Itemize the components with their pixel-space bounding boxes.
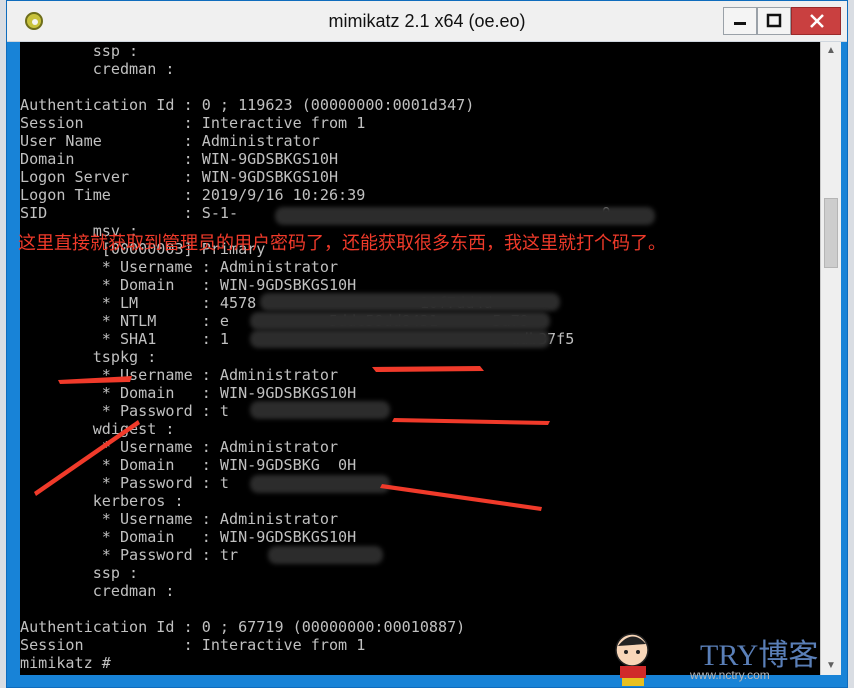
mascot-icon [615,633,649,686]
redaction-blur [250,330,550,348]
console-line: Domain : WIN-9GDSBKGS10H [20,150,339,168]
redaction-blur [260,293,560,311]
console-line: ssp : [20,42,139,60]
console-line: * Domain : WIN-9GDSBKG 0H [20,456,357,474]
console-line: * Password : tr [20,546,239,564]
redaction-blur [250,312,550,330]
console-line: * Username : Administrator [20,366,339,384]
console-line: Authentication Id : 0 ; 119623 (00000000… [20,96,475,114]
console-line: * Domain : WIN-9GDSBKGS10H [20,384,357,402]
close-button[interactable] [791,7,841,35]
terminal-text: ssp : credman : Authentication Id : 0 ; 1… [20,42,820,672]
console-line: * Username : Administrator [20,510,339,528]
annotation-text: 这里直接就获取到管理员的用户密码了，还能获取很多东西，我这里就打个码了。 [18,233,666,253]
close-icon [810,14,824,28]
console-line: Logon Server : WIN-9GDSBKGS10H [20,168,339,186]
console-line: * Domain : WIN-9GDSBKGS10H [20,276,357,294]
console-line: User Name : Administrator [20,132,320,150]
scroll-up-icon[interactable]: ▲ [821,42,841,60]
console-line: * Password : t [20,402,230,420]
console-line: * Domain : WIN-9GDSBKGS10H [20,528,357,546]
minimize-icon [734,22,746,25]
title-bar[interactable]: mimikatz 2.1 x64 (oe.eo) [7,1,847,42]
minimize-button[interactable] [723,7,757,35]
maximize-button[interactable] [757,7,791,35]
redaction-blur [250,401,390,419]
console-line: credman : [20,60,175,78]
watermark-url: www.nctry.com [690,668,770,682]
console-line: Logon Time : 2019/9/16 10:26:39 [20,186,366,204]
console-line: credman : [20,582,175,600]
console-line: ssp : [20,564,139,582]
console-output[interactable]: ssp : credman : Authentication Id : 0 ; 1… [20,42,820,675]
console-line: tspkg : [20,348,157,366]
redaction-blur [268,546,383,564]
vertical-scrollbar[interactable]: ▲ ▼ [820,42,841,675]
console-line: * Username : Administrator [20,258,339,276]
redaction-blur [275,207,655,225]
console-line: * Username : Administrator [20,438,339,456]
console-line: * Password : t [20,474,230,492]
scroll-down-icon[interactable]: ▼ [821,657,841,675]
console-line: wdigest : [20,420,175,438]
console-line: Session : Interactive from 1 [20,114,366,132]
window-title: mimikatz 2.1 x64 (oe.eo) [328,11,526,31]
console-line: kerberos : [20,492,184,510]
maximize-icon [766,13,782,28]
redaction-blur [250,475,390,493]
scrollbar-thumb[interactable] [824,198,838,268]
mimikatz-window: mimikatz 2.1 x64 (oe.eo) ssp : credman :… [6,0,848,688]
